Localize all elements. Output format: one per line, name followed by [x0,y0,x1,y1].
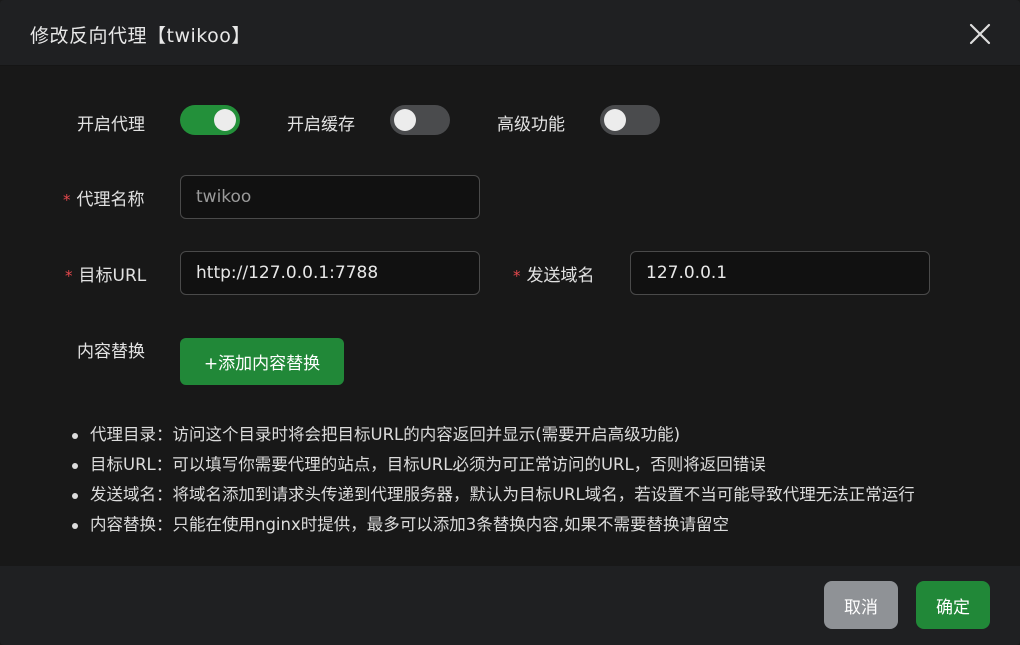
confirm-button[interactable]: 确定 [916,581,990,629]
enable-cache-toggle[interactable] [390,105,450,135]
dialog-footer: 取消 确定 [0,566,1020,645]
list-item: 代理目录：访问这个目录时将会把目标URL的内容返回并显示(需要开启高级功能) [70,420,1010,450]
target-url-label-text: 目标URL [78,266,147,286]
toggle-knob [214,109,236,131]
list-item: 目标URL：可以填写你需要代理的站点，目标URL必须为可正常访问的URL，否则将… [70,450,1010,480]
close-button[interactable] [966,20,994,48]
dialog-body: 开启代理 开启缓存 高级功能 * 代理名称 * 目标URL * 发送域名 内容替换 +… [0,66,1020,566]
toggle-knob [394,109,416,131]
target-url-label: * 目标URL [65,261,146,286]
list-item: 发送域名：将域名添加到请求头传递到代理服务器，默认为目标URL域名，若设置不当可… [70,480,1010,510]
send-domain-label-text: 发送域名 [526,266,595,286]
proxy-name-input[interactable] [180,175,480,219]
advanced-features-toggle[interactable] [600,105,660,135]
enable-proxy-label: 开启代理 [77,115,145,135]
required-mark: * [63,191,71,209]
add-content-replace-button[interactable]: +添加内容替换 [180,338,344,385]
send-domain-label: * 发送域名 [513,261,595,286]
help-tips-list: 代理目录：访问这个目录时将会把目标URL的内容返回并显示(需要开启高级功能) 目… [70,420,1010,540]
toggle-knob [604,109,626,131]
enable-proxy-toggle[interactable] [180,105,240,135]
required-mark: * [513,267,521,285]
dialog-title: 修改反向代理【twikoo】 [30,25,251,47]
content-replace-label: 内容替换 [77,342,145,362]
target-url-input[interactable] [180,251,480,295]
enable-cache-label: 开启缓存 [287,115,355,135]
close-icon [969,23,991,45]
dialog-header: 修改反向代理【twikoo】 [0,0,1020,66]
list-item: 内容替换：只能在使用nginx时提供，最多可以添加3条替换内容,如果不需要替换请… [70,510,1010,540]
required-mark: * [65,267,73,285]
proxy-name-label-text: 代理名称 [76,190,145,210]
edit-reverse-proxy-dialog: 修改反向代理【twikoo】 开启代理 开启缓存 高级功能 * 代理名称 twi… [0,0,1020,645]
proxy-name-label: * 代理名称 [63,185,145,210]
send-domain-input[interactable] [630,251,930,295]
advanced-features-label: 高级功能 [497,115,565,135]
cancel-button[interactable]: 取消 [824,581,898,629]
